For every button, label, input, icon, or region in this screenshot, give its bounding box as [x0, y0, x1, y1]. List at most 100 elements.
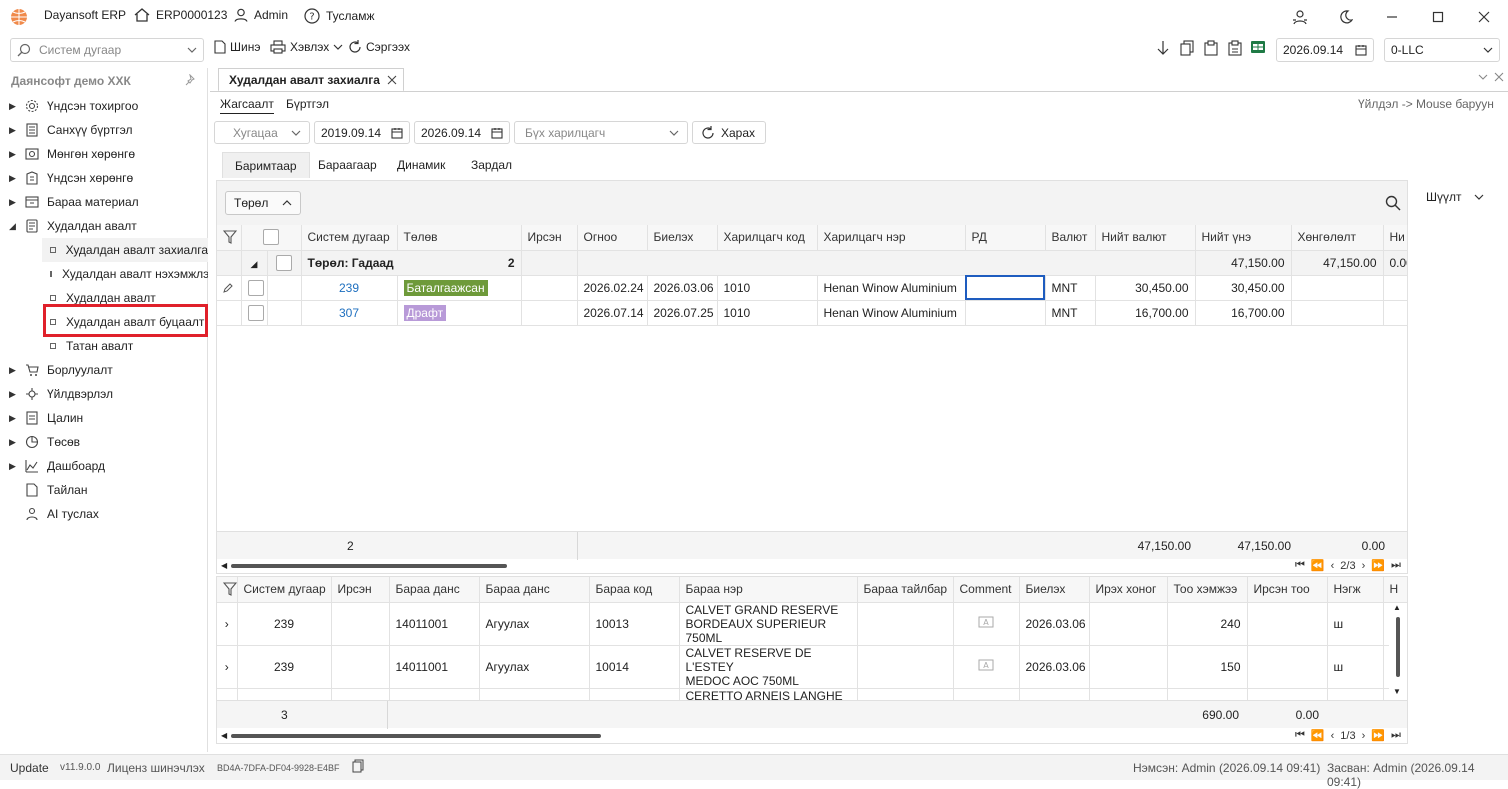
- group-chip-type[interactable]: Төрөл: [225, 191, 301, 215]
- expanded-arrow-icon[interactable]: ◢: [9, 221, 19, 232]
- dcol-item-desc[interactable]: Бараа тайлбар: [857, 577, 954, 603]
- group-row[interactable]: ◢ Төрөл: Гадаад 2 47,150.00 47,150.00 0.0…: [217, 250, 1408, 276]
- scroll-down-icon[interactable]: ▼: [1393, 687, 1401, 696]
- user-button[interactable]: Admin: [234, 8, 288, 22]
- col-rd[interactable]: РД: [965, 225, 1046, 251]
- close-window-button[interactable]: [1470, 6, 1498, 28]
- last-page-icon[interactable]: ⏭: [1391, 729, 1401, 742]
- dcol-unit[interactable]: Нэгж: [1327, 577, 1384, 603]
- detail-hscrollbar[interactable]: ◀: [217, 731, 1287, 741]
- sidebar-item-more-1[interactable]: ▶ Үйлдвэрлэл: [0, 382, 113, 406]
- pin-button[interactable]: [183, 74, 195, 86]
- dcol-qty[interactable]: Тоо хэмжээ: [1167, 577, 1248, 603]
- col-discount[interactable]: Хөнгөлөлт: [1291, 225, 1384, 251]
- row-checkbox[interactable]: [241, 300, 268, 326]
- tab-register[interactable]: Бүртгэл: [286, 97, 329, 111]
- col-date[interactable]: Огноо: [577, 225, 648, 251]
- dcol-item-account-name[interactable]: Бараа данс: [479, 577, 590, 603]
- dcol-received[interactable]: Ирсэн: [331, 577, 390, 603]
- dcol-item-code[interactable]: Бараа код: [589, 577, 680, 603]
- dcol-more[interactable]: Н: [1383, 577, 1407, 603]
- help-button[interactable]: ? Тусламж: [304, 8, 374, 24]
- detail-expand-icon[interactable]: ›: [217, 602, 238, 646]
- profile-button[interactable]: [1286, 6, 1314, 28]
- scroll-thumb[interactable]: [231, 734, 601, 738]
- theme-toggle-button[interactable]: [1332, 6, 1360, 28]
- table-row[interactable]: 239 Баталгаажсан 2026.02.24 2026.03.06 1…: [217, 275, 1408, 301]
- dcol-item-name[interactable]: Бараа нэр: [679, 577, 858, 603]
- expand-arrow-icon[interactable]: ▶: [9, 437, 19, 448]
- col-total-price[interactable]: Нийт үнэ: [1195, 225, 1292, 251]
- col-total-currency[interactable]: Нийт валют: [1095, 225, 1196, 251]
- expand-arrow-icon[interactable]: ▶: [9, 461, 19, 472]
- tab-collapse-button[interactable]: [1478, 73, 1488, 81]
- expand-arrow-icon[interactable]: ▶: [9, 125, 19, 136]
- copy-key-button[interactable]: [352, 759, 364, 773]
- row-checkbox[interactable]: [241, 275, 268, 301]
- tab-list[interactable]: Жагсаалт: [220, 97, 274, 114]
- erp-code-button[interactable]: ERP0000123: [134, 8, 227, 22]
- download-button[interactable]: [1156, 40, 1170, 56]
- sidebar-subitem-1[interactable]: Худалдан авалт нэхэмжлэх: [50, 262, 208, 286]
- comment-icon[interactable]: A: [953, 645, 1020, 689]
- detail-expand-icon[interactable]: ›: [217, 645, 238, 689]
- tab-by-document[interactable]: Баримтаар: [222, 152, 310, 178]
- col-received[interactable]: Ирсэн: [521, 225, 578, 251]
- group-collapse-icon[interactable]: ◢: [241, 250, 268, 276]
- vscroll-thumb[interactable]: [1396, 617, 1400, 677]
- last-page-icon[interactable]: ⏭: [1391, 559, 1401, 572]
- sidebar-item-more-5[interactable]: Тайлан: [0, 478, 87, 502]
- prev-fast-icon[interactable]: ⏪: [1311, 729, 1325, 742]
- filter-column-button[interactable]: [217, 225, 242, 251]
- sidebar-subitem-4[interactable]: Татан авалт: [50, 334, 208, 358]
- detail-pager[interactable]: ⏮ ⏪ ‹ 1/3 › ⏩ ⏭: [1295, 729, 1401, 742]
- sidebar-item-main-5[interactable]: ◢ Худалдан авалт: [0, 214, 137, 238]
- prev-fast-icon[interactable]: ⏪: [1311, 559, 1325, 572]
- copy-button[interactable]: [1180, 40, 1194, 56]
- expand-arrow-icon[interactable]: ▶: [9, 173, 19, 184]
- sidebar-item-main-4[interactable]: ▶ Бараа материал: [0, 190, 139, 214]
- sidebar-item-main-1[interactable]: ▶ Санхүү бүртгэл: [0, 118, 132, 142]
- next-fast-icon[interactable]: ⏩: [1371, 559, 1385, 572]
- scroll-thumb[interactable]: [231, 564, 507, 568]
- col-currency[interactable]: Валют: [1045, 225, 1096, 251]
- filter-toggle[interactable]: Шүүлт: [1426, 190, 1484, 204]
- toolbar-date-picker[interactable]: 2026.09.14: [1276, 38, 1374, 62]
- sidebar-item-main-0[interactable]: ▶ Үндсэн тохиргоо: [0, 94, 138, 118]
- excel-button[interactable]: [1250, 40, 1266, 54]
- col-due[interactable]: Биелэх: [647, 225, 718, 251]
- sidebar-item-more-2[interactable]: ▶ Цалин: [0, 406, 83, 430]
- comment-icon[interactable]: A: [953, 602, 1020, 646]
- col-partner-code[interactable]: Харилцагч код: [717, 225, 818, 251]
- sidebar-item-more-0[interactable]: ▶ Борлуулалт: [0, 358, 113, 382]
- sidebar-item-more-3[interactable]: ▶ Төсөв: [0, 430, 80, 454]
- expand-arrow-icon[interactable]: ▶: [9, 101, 19, 112]
- prev-page-icon[interactable]: ‹: [1331, 730, 1335, 742]
- col-system-number[interactable]: Систем дугаар: [301, 225, 398, 251]
- next-page-icon[interactable]: ›: [1362, 560, 1366, 572]
- sidebar-subitem-0[interactable]: Худалдан авалт захиалга: [42, 238, 208, 262]
- next-page-icon[interactable]: ›: [1362, 730, 1366, 742]
- row-rd[interactable]: [965, 300, 1046, 326]
- detail-filter-button[interactable]: [217, 577, 238, 603]
- grid-search-button[interactable]: [1385, 195, 1401, 211]
- expand-arrow-icon[interactable]: ▶: [9, 197, 19, 208]
- dcol-due[interactable]: Биелэх: [1019, 577, 1090, 603]
- license-link[interactable]: Лиценз шинэчлэх: [107, 761, 205, 775]
- next-fast-icon[interactable]: ⏩: [1371, 729, 1385, 742]
- scroll-left-icon[interactable]: ◀: [221, 561, 227, 570]
- clipboard-button[interactable]: [1204, 40, 1218, 56]
- first-page-icon[interactable]: ⏮: [1295, 559, 1305, 572]
- dcol-item-account[interactable]: Бараа данс: [389, 577, 480, 603]
- company-select[interactable]: 0-LLC: [1384, 38, 1500, 62]
- sidebar-item-more-6[interactable]: AI туслах: [0, 502, 99, 526]
- row-system-number[interactable]: 307: [301, 300, 398, 326]
- expand-arrow-icon[interactable]: ▶: [9, 389, 19, 400]
- new-button[interactable]: Шинэ: [214, 40, 260, 54]
- expand-arrow-icon[interactable]: ▶: [9, 413, 19, 424]
- sidebar-item-main-3[interactable]: ▶ Үндсэн хөрөнгө: [0, 166, 133, 190]
- tab-by-item[interactable]: Бараагаар: [306, 152, 389, 178]
- maximize-button[interactable]: [1424, 6, 1452, 28]
- paste-button[interactable]: [1228, 40, 1242, 56]
- date-from-picker[interactable]: 2019.09.14: [314, 121, 410, 144]
